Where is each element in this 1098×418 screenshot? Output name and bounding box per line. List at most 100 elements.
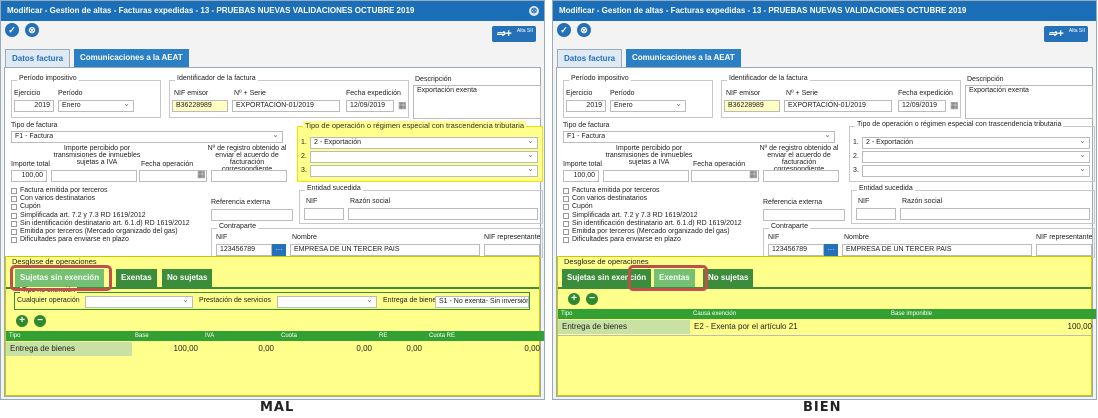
regimen-select-2[interactable]	[310, 151, 538, 163]
entidad-nif-input[interactable]	[304, 208, 344, 220]
checkbox[interactable]	[563, 212, 569, 219]
checkbox[interactable]	[11, 220, 17, 227]
confirm-icon[interactable]: ✓	[557, 23, 571, 37]
calendar-icon[interactable]: ▦	[398, 100, 407, 111]
table-cell[interactable]: 0,00	[278, 342, 376, 356]
nif-emisor-input[interactable]: B36228989	[172, 100, 228, 112]
tab-no-sujetas[interactable]: No sujetas	[162, 269, 213, 287]
serie-input[interactable]: EXPORTACION-01/2019	[784, 100, 892, 112]
contraparte-nombre-input[interactable]: EMPRESA DE UN TERCER PAIS	[842, 244, 1032, 256]
calendar-icon-2[interactable]: ▦	[197, 169, 206, 180]
table-cell[interactable]: 0,00	[426, 342, 544, 356]
ref-externa-input[interactable]	[763, 209, 845, 221]
importe-total-input[interactable]: 100,00	[563, 170, 599, 182]
table-cell[interactable]: 100,00	[888, 320, 1096, 334]
column-header: Base imponible	[888, 309, 1096, 319]
checkbox[interactable]	[563, 196, 569, 203]
lookup-button[interactable]: …	[272, 244, 286, 256]
tab-datos-factura[interactable]: Datos factura	[5, 49, 71, 67]
checkbox[interactable]	[11, 212, 17, 219]
periodo-select[interactable]: Enero	[610, 100, 686, 112]
table-cell[interactable]: 100,00	[132, 342, 202, 356]
checkbox[interactable]	[563, 188, 569, 194]
alta-sii-button[interactable]: ⇒+ Alta SII	[1044, 26, 1088, 42]
n-registro-input[interactable]	[211, 170, 287, 182]
table-cell[interactable]: E2 - Exenta por el artículo 21	[690, 320, 888, 334]
fecha-expedicion-input[interactable]: 12/09/2019	[898, 100, 946, 112]
table-cell[interactable]: Entrega de bienes	[6, 342, 132, 356]
table-cell[interactable]: 0,00	[376, 342, 426, 356]
checkbox[interactable]	[11, 196, 17, 203]
importe-total-label: Importe total	[563, 161, 602, 168]
regimen-select-1[interactable]: 2 - Exportación	[310, 137, 538, 149]
descripcion-textarea[interactable]: Exportación exenta	[965, 85, 1093, 119]
n-registro-label: Nº de registro obtenido al enviar el acu…	[759, 145, 839, 173]
checkbox[interactable]	[11, 188, 17, 194]
regimen-select-2[interactable]	[862, 151, 1090, 163]
n-registro-input[interactable]	[763, 170, 839, 182]
ejercicio-input[interactable]: 2019	[14, 100, 54, 112]
calendar-icon-2[interactable]: ▦	[749, 169, 758, 180]
checkbox-label: Cupón	[572, 203, 593, 211]
importe-percibido-input[interactable]	[51, 170, 137, 182]
importe-total-input[interactable]: 100,00	[11, 170, 47, 182]
entidad-nif-input[interactable]	[856, 208, 896, 220]
tab-datos-factura[interactable]: Datos factura	[557, 49, 623, 67]
nif-representante-input[interactable]	[484, 244, 540, 256]
checkbox-label: Sin identificación destinatario art. 6.1…	[572, 219, 742, 227]
ref-externa-input[interactable]	[211, 209, 293, 221]
window-bien: Modificar - Gestion de altas - Facturas …	[552, 0, 1097, 400]
prestacion-label: Prestación de servicios	[199, 297, 271, 304]
tab-comunicaciones-aeat[interactable]: Comunicaciones a la AEAT	[626, 49, 741, 67]
cancel-icon[interactable]: ⊗	[577, 23, 591, 37]
nif-emisor-input[interactable]: B36228989	[724, 100, 780, 112]
remove-icon[interactable]: −	[34, 315, 46, 327]
tab-no-sujetas[interactable]: No sujetas	[703, 269, 754, 287]
regimen-select-3[interactable]	[862, 165, 1090, 177]
confirm-icon[interactable]: ✓	[5, 23, 19, 37]
descripcion-textarea[interactable]: Exportación exenta	[413, 85, 541, 119]
operacion-select[interactable]	[85, 296, 193, 308]
remove-icon[interactable]: −	[586, 293, 598, 305]
tipo-factura-select[interactable]: F1 - Factura	[563, 131, 835, 143]
contraparte-nif-input[interactable]: 123456789	[768, 244, 824, 256]
regimen-select-1[interactable]: 2 - Exportación	[862, 137, 1090, 149]
checkbox[interactable]	[563, 204, 569, 211]
checkbox[interactable]	[563, 220, 569, 227]
checkbox[interactable]	[11, 204, 17, 211]
tipo-factura-label: Tipo de factura	[563, 122, 610, 129]
checkbox[interactable]	[563, 237, 569, 244]
add-icon[interactable]: +	[568, 293, 580, 305]
table-cell[interactable]: Entrega de bienes	[558, 320, 690, 334]
razon-social-input[interactable]	[348, 208, 538, 220]
importe-percibido-input[interactable]	[603, 170, 689, 182]
add-icon[interactable]: +	[16, 315, 28, 327]
periodo-select[interactable]: Enero	[58, 100, 134, 112]
cancel-icon[interactable]: ⊗	[25, 23, 39, 37]
alta-sii-button[interactable]: ⇒+ Alta SII	[492, 26, 536, 42]
contraparte-nif-input[interactable]: 123456789	[216, 244, 272, 256]
tipo-factura-select[interactable]: F1 - Factura	[11, 131, 283, 143]
ejercicio-input[interactable]: 2019	[566, 100, 606, 112]
regimen-fieldset: Tipo de operación o régimen especial con…	[297, 121, 543, 182]
tab-comunicaciones-aeat[interactable]: Comunicaciones a la AEAT	[74, 49, 189, 67]
checkbox[interactable]	[563, 229, 569, 235]
fecha-operacion-label: Fecha operación	[141, 161, 194, 168]
close-icon[interactable]: ⊗	[529, 6, 539, 16]
table-cell[interactable]: 0,00	[202, 342, 278, 356]
fecha-expedicion-input[interactable]: 12/09/2019	[346, 100, 394, 112]
serie-input[interactable]: EXPORTACION-01/2019	[232, 100, 340, 112]
prestacion-select[interactable]	[277, 296, 377, 308]
tab-exentas[interactable]: Exentas	[116, 269, 157, 287]
calendar-icon[interactable]: ▦	[950, 100, 959, 111]
checkbox[interactable]	[11, 237, 17, 244]
contraparte-nombre-input[interactable]: EMPRESA DE UN TERCER PAIS	[290, 244, 480, 256]
nif-representante-input[interactable]	[1036, 244, 1092, 256]
lookup-button[interactable]: …	[824, 244, 838, 256]
regimen-select-3[interactable]	[310, 165, 538, 177]
importe-percibido-label: Importe percibido por transmisiones de i…	[605, 145, 693, 166]
checkbox[interactable]	[11, 229, 17, 235]
column-header: RE	[376, 331, 426, 341]
razon-social-input[interactable]	[900, 208, 1090, 220]
entrega-select[interactable]: S1 - No exenta- Sin inversión	[435, 296, 529, 308]
